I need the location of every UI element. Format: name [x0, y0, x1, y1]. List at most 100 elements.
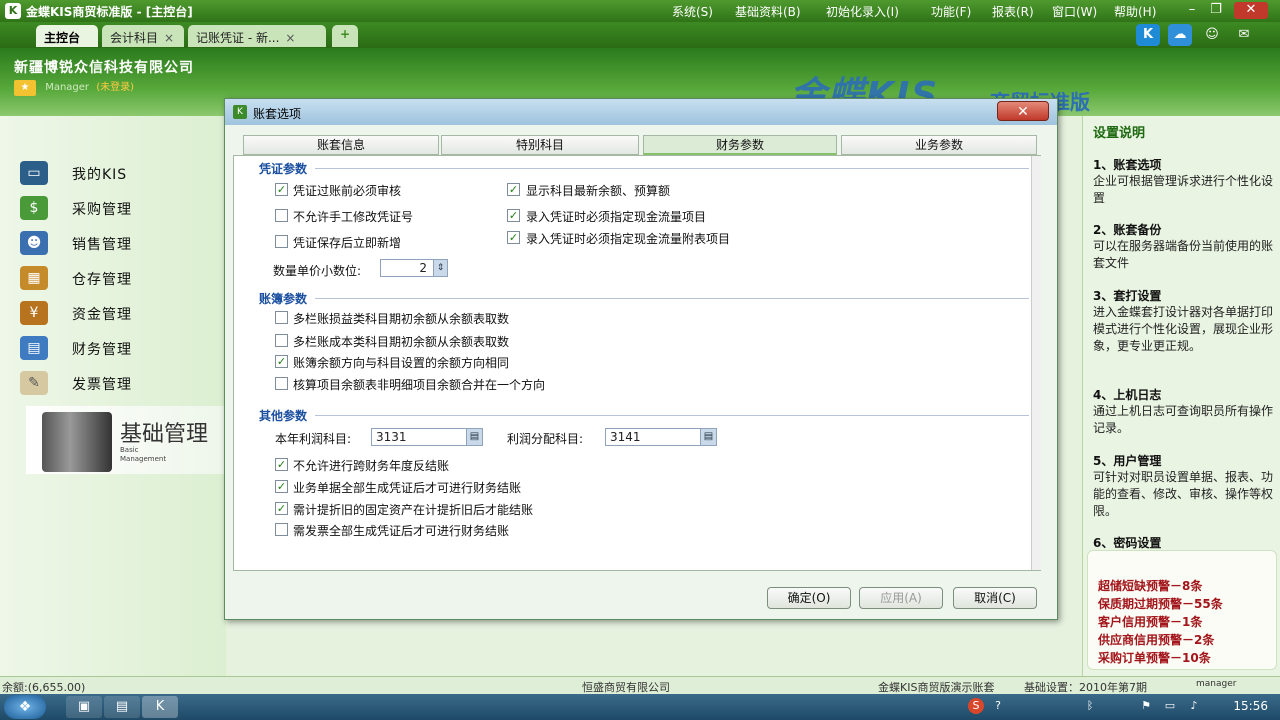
- nav-item-warehouse[interactable]: ▦ 仓存管理: [20, 263, 220, 293]
- help-heading[interactable]: 2、账套备份: [1093, 221, 1161, 238]
- scrollbar[interactable]: [1031, 156, 1041, 570]
- window-title-bar: K 金蝶KIS商贸标准版 - [主控台] 系统(S) 基础资料(B) 初始化录入…: [0, 0, 1280, 22]
- option-label: 业务单据全部生成凭证后才可进行财务结账: [293, 481, 522, 495]
- flag-icon[interactable]: ⚑: [1138, 698, 1154, 714]
- close-icon[interactable]: ✕: [1234, 2, 1268, 19]
- nav-item-invoice[interactable]: ✎ 发票管理: [20, 368, 220, 398]
- alert-item[interactable]: 客户信用预警－1条: [1098, 613, 1202, 630]
- section-other: 其他参数: [259, 409, 308, 423]
- nav-label: 我的KIS: [72, 167, 128, 183]
- option-label: 录入凭证时必须指定现金流量项目: [526, 210, 707, 224]
- browse-account-icon[interactable]: ▤: [700, 429, 716, 445]
- checkbox[interactable]: ✓: [275, 480, 288, 493]
- app-logo-icon: K: [5, 3, 21, 19]
- window-title: 金蝶KIS商贸标准版 - [主控台]: [26, 5, 193, 19]
- dialog-title-bar[interactable]: K 账套选项 ✕: [225, 99, 1057, 125]
- spinner-arrows-icon[interactable]: ⇕: [433, 260, 447, 276]
- help-heading[interactable]: 1、账套选项: [1093, 156, 1161, 173]
- menu-report[interactable]: 报表(R): [992, 3, 1034, 20]
- nav-item-funds[interactable]: ¥ 资金管理: [20, 298, 220, 328]
- tab-main-console[interactable]: 主控台: [36, 25, 98, 47]
- close-tab-icon[interactable]: ×: [285, 31, 295, 45]
- tab-finance-params[interactable]: 财务参数: [643, 135, 837, 155]
- minimize-icon[interactable]: –: [1182, 2, 1202, 19]
- decimal-label: 数量单价小数位:: [273, 264, 362, 278]
- checkbox[interactable]: ✓: [275, 502, 288, 515]
- menu-help[interactable]: 帮助(H): [1114, 3, 1156, 20]
- section-divider: [315, 415, 1029, 416]
- cloud-icon[interactable]: ☁: [1168, 24, 1192, 46]
- menu-function[interactable]: 功能(F): [931, 3, 971, 20]
- network-icon[interactable]: ▭: [1162, 698, 1178, 714]
- checkbox[interactable]: ✓: [507, 231, 520, 244]
- ledger-book-icon: ▤: [20, 336, 48, 360]
- nav-label: 资金管理: [72, 307, 132, 323]
- checkbox[interactable]: [275, 523, 288, 536]
- ok-button[interactable]: 确定(O): [767, 587, 851, 609]
- help-title: 设置说明: [1093, 126, 1146, 141]
- cancel-button[interactable]: 取消(C): [953, 587, 1037, 609]
- checkbox[interactable]: [275, 311, 288, 324]
- kis-taskbar-icon[interactable]: K: [142, 696, 178, 718]
- menu-system[interactable]: 系统(S): [672, 3, 713, 20]
- checkbox[interactable]: [275, 334, 288, 347]
- checkbox[interactable]: [275, 209, 288, 222]
- new-tab-icon[interactable]: +: [332, 25, 358, 47]
- nav-label: 财务管理: [72, 342, 132, 358]
- help-heading[interactable]: 4、上机日志: [1093, 386, 1161, 403]
- user-info: ★ Manager (未登录): [14, 78, 134, 96]
- status-bar: 余额:(6,655.00) 恒盛商贸有限公司 金蝶KIS商贸版演示账套 基础设置…: [0, 676, 1280, 694]
- tab-account-info[interactable]: 账套信息: [243, 135, 439, 155]
- clock: 15:56: [1233, 699, 1268, 713]
- alert-item[interactable]: 保质期过期预警－55条: [1098, 595, 1223, 612]
- help-heading[interactable]: 3、套打设置: [1093, 287, 1161, 304]
- close-tab-icon[interactable]: ×: [164, 31, 174, 45]
- status-user: manager: [1196, 679, 1237, 689]
- tab-bar: 主控台 会计科目 × 记账凭证 - 新... × +: [0, 22, 1280, 48]
- nav-item-finance[interactable]: ▤ 财务管理: [20, 333, 220, 363]
- volume-icon[interactable]: ♪: [1186, 698, 1202, 714]
- option-label: 录入凭证时必须指定现金流量附表项目: [526, 232, 731, 246]
- checkbox[interactable]: ✓: [507, 209, 520, 222]
- tab-business-params[interactable]: 业务参数: [841, 135, 1037, 155]
- tab-special-accounts[interactable]: 特别科目: [441, 135, 639, 155]
- nav-item-sales[interactable]: ☻ 销售管理: [20, 228, 220, 258]
- start-button[interactable]: ❖: [4, 695, 46, 719]
- checkbox[interactable]: [275, 235, 288, 248]
- status-balance: 余额:(6,655.00): [2, 681, 86, 694]
- option-label: 核算项目余额表非明细项目余额合并在一个方向: [293, 378, 546, 392]
- folder-icon[interactable]: ▤: [104, 696, 140, 718]
- windows-taskbar: ❖ ▣ ▤ K S ? ᛒ ⚑ ▭ ♪ 15:56: [0, 694, 1280, 720]
- checkbox[interactable]: ✓: [507, 183, 520, 196]
- bluetooth-icon[interactable]: ᛒ: [1082, 698, 1098, 714]
- close-icon[interactable]: ✕: [997, 101, 1049, 121]
- basic-management-button[interactable]: 基础管理 Basic Management: [26, 406, 224, 474]
- tab-voucher[interactable]: 记账凭证 - 新... ×: [188, 25, 326, 47]
- checkbox[interactable]: [275, 377, 288, 390]
- smiley-icon[interactable]: ☺: [1200, 24, 1224, 46]
- message-icon[interactable]: ✉: [1232, 24, 1256, 46]
- checkbox[interactable]: ✓: [275, 183, 288, 196]
- menu-window[interactable]: 窗口(W): [1052, 3, 1097, 20]
- help-heading[interactable]: 6、密码设置: [1093, 534, 1161, 551]
- alert-item[interactable]: 采购订单预警－10条: [1098, 649, 1211, 666]
- taskbar-app-icon[interactable]: ▣: [66, 696, 102, 718]
- nav-item-purchase[interactable]: $ 采购管理: [20, 193, 220, 223]
- help-tray-icon[interactable]: ?: [990, 698, 1006, 714]
- status-edition: 金蝶KIS商贸版演示账套: [878, 681, 995, 694]
- alert-item[interactable]: 超储短缺预警－8条: [1098, 577, 1202, 594]
- ime-icon[interactable]: S: [968, 698, 984, 714]
- restore-icon[interactable]: ❐: [1206, 2, 1226, 19]
- alert-item[interactable]: 供应商信用预警－2条: [1098, 631, 1214, 648]
- help-heading[interactable]: 5、用户管理: [1093, 452, 1161, 469]
- nav-item-my-kis[interactable]: ▭ 我的KIS: [20, 158, 220, 188]
- checkbox[interactable]: ✓: [275, 355, 288, 368]
- menu-init[interactable]: 初始化录入(I): [826, 3, 899, 20]
- tab-accounts[interactable]: 会计科目 ×: [102, 25, 184, 47]
- basic-management-subtitle: Basic Management: [120, 446, 167, 463]
- apply-button[interactable]: 应用(A): [859, 587, 943, 609]
- menu-basic-data[interactable]: 基础资料(B): [735, 3, 801, 20]
- kingdee-service-icon[interactable]: K: [1136, 24, 1160, 46]
- checkbox[interactable]: ✓: [275, 458, 288, 471]
- browse-account-icon[interactable]: ▤: [466, 429, 482, 445]
